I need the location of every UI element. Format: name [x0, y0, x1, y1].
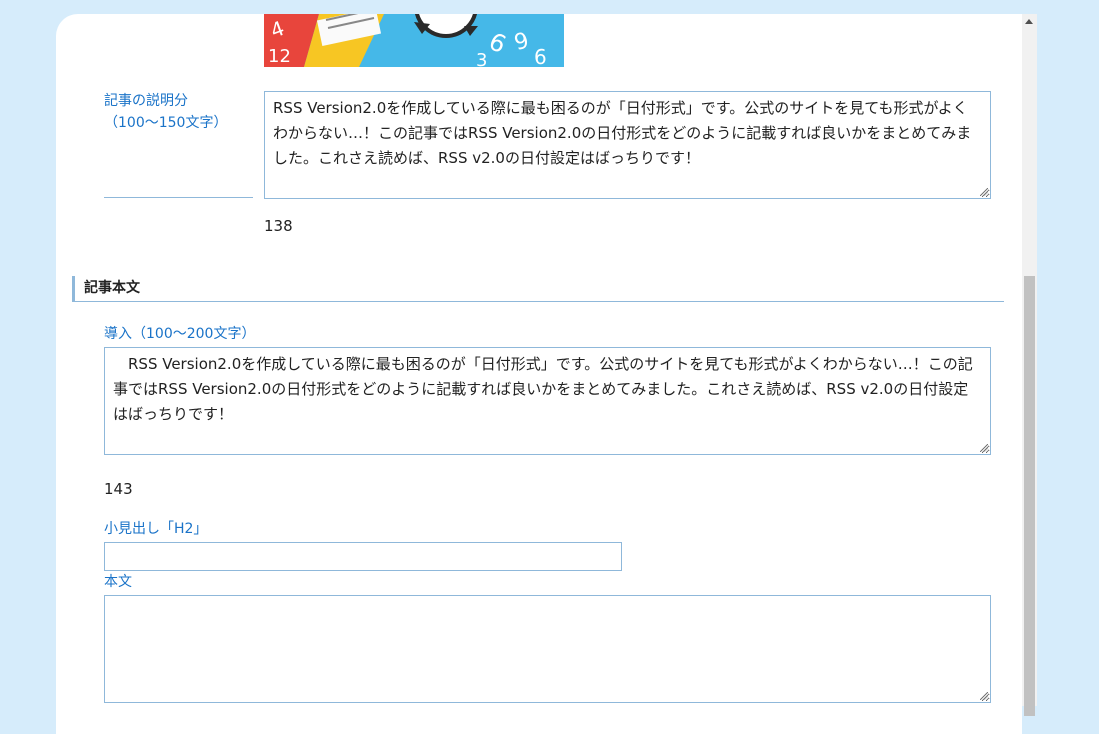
description-divider [104, 197, 253, 198]
description-label: 記事の説明分 （100～150文字） [104, 90, 227, 134]
svg-text:6: 6 [534, 45, 547, 67]
svg-text:3: 3 [476, 50, 487, 67]
section-heading: 記事本文 [72, 276, 1004, 302]
form-card: 4 12 6 9 6 3 記事の説明分 （100～150文字） RSS Vers… [56, 14, 1022, 734]
description-label-line2: （100～150文字） [104, 115, 228, 131]
intro-char-count: 143 [104, 480, 133, 498]
section-title: 記事本文 [84, 280, 140, 296]
body-text-label: 本文 [104, 574, 132, 590]
body-textarea[interactable] [104, 595, 991, 703]
article-thumbnail-image: 4 12 6 9 6 3 [264, 14, 564, 67]
description-char-count: 138 [264, 217, 293, 235]
h2-label: 小見出し「H2」 [104, 521, 208, 537]
description-textarea[interactable]: RSS Version2.0を作成している際に最も困るのが「日付形式」です。公式… [264, 91, 991, 199]
page-scrollbar[interactable] [1022, 14, 1037, 716]
scroll-up-arrow-icon[interactable] [1025, 19, 1033, 24]
intro-textarea[interactable]: RSS Version2.0を作成している際に最も困るのが「日付形式」です。公式… [104, 347, 991, 455]
svg-text:12: 12 [268, 46, 291, 67]
intro-label: 導入（100～200文字） [104, 326, 256, 342]
description-label-line1: 記事の説明分 [104, 93, 188, 109]
scroll-thumb[interactable] [1024, 276, 1035, 716]
h2-input[interactable] [104, 542, 622, 571]
